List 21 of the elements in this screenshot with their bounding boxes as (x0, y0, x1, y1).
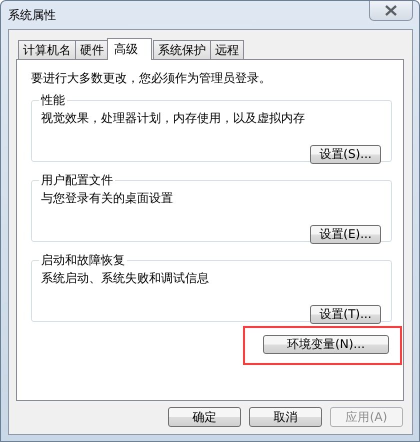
settings-button[interactable]: 设置(T)... (310, 305, 381, 324)
dialog-button[interactable]: 确定 (168, 407, 241, 427)
group-title: 用户配置文件 (40, 172, 114, 189)
group-title: 启动和故障恢复 (40, 252, 126, 269)
dialog-button[interactable]: 取消 (249, 407, 322, 427)
window-title: 系统属性 (8, 7, 56, 24)
close-button[interactable] (369, 1, 413, 21)
close-icon (385, 5, 397, 16)
tab[interactable]: 硬件 (75, 40, 109, 59)
settings-button[interactable]: 设置(E)... (310, 225, 381, 244)
tab[interactable]: 计算机名 (18, 40, 76, 59)
tab[interactable]: 高级 (107, 38, 152, 60)
tab[interactable]: 系统保护 (153, 40, 211, 59)
tab[interactable]: 远程 (210, 40, 244, 59)
group-description: 与您登录有关的桌面设置 (41, 190, 174, 207)
environment-variables-button[interactable]: 环境变量(N)... (263, 335, 389, 354)
settings-button[interactable]: 设置(S)... (310, 145, 381, 164)
group-description: 系统启动、系统失败和调试信息 (41, 270, 210, 287)
notice-text: 要进行大多数更改，您必须作为管理员登录。 (31, 70, 272, 87)
group-title: 性能 (40, 92, 66, 109)
group-description: 视觉效果，处理器计划，内存使用，以及虚拟内存 (41, 110, 306, 127)
